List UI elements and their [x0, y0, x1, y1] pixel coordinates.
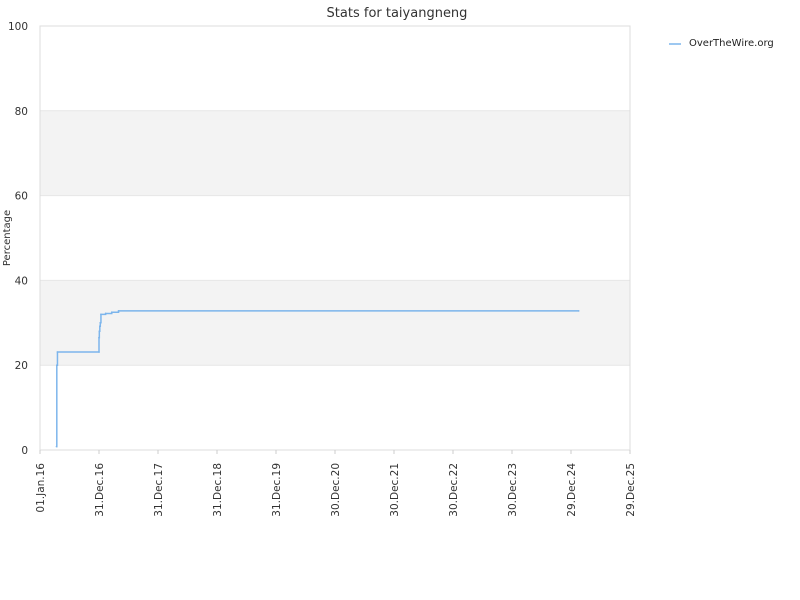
x-tick-label: 31.Dec.17: [153, 463, 165, 517]
y-axis-label: Percentage: [2, 210, 13, 266]
data-point[interactable]: [100, 313, 102, 316]
data-point[interactable]: [110, 311, 113, 314]
data-point[interactable]: [99, 322, 102, 324]
plot-band: [40, 280, 630, 366]
y-tick-label: 100: [8, 21, 28, 33]
data-point[interactable]: [98, 336, 100, 339]
x-tick-label: 30.Dec.21: [389, 463, 401, 517]
x-tick-label: 31.Dec.18: [212, 463, 224, 517]
x-tick-label: 29.Dec.24: [566, 463, 578, 517]
data-point[interactable]: [56, 351, 59, 353]
plot-band: [40, 110, 630, 196]
x-tick-label: 01.Jan.16: [35, 463, 47, 513]
x-tick-label: 29.Dec.25: [625, 463, 637, 517]
legend-label[interactable]: OverTheWire.org: [689, 38, 774, 49]
y-tick-label: 40: [15, 275, 28, 287]
x-tick-label: 31.Dec.19: [271, 463, 283, 517]
data-point[interactable]: [56, 364, 58, 367]
x-tick-label: 30.Dec.22: [448, 463, 460, 517]
data-point[interactable]: [98, 330, 101, 333]
data-point[interactable]: [98, 351, 100, 353]
x-tick-label: 30.Dec.20: [330, 463, 342, 517]
data-point[interactable]: [99, 325, 101, 327]
y-tick-label: 0: [21, 445, 28, 457]
y-tick-label: 80: [15, 106, 28, 118]
grid-lines: [40, 25, 630, 451]
data-point[interactable]: [55, 445, 58, 448]
x-tick-label: 30.Dec.23: [507, 463, 519, 517]
chart-title: Stats for taiyangneng: [327, 6, 468, 21]
data-point[interactable]: [577, 310, 580, 312]
x-tick-labels: 01.Jan.16 31.Dec.16 31.Dec.17 31.Dec.18 31.D…: [35, 450, 637, 517]
legend[interactable]: OverTheWire.org: [669, 38, 774, 49]
y-tick-label: 60: [15, 191, 28, 203]
y-tick-label: 20: [15, 360, 28, 372]
plot-frame: [39, 25, 631, 451]
x-tick-label: 31.Dec.16: [94, 463, 106, 517]
chart-svg: 0 20 40 60 80 100 01.Jan.16 31.Dec.16 31.Dec.17…: [2, 6, 774, 517]
data-point[interactable]: [104, 312, 107, 315]
data-point[interactable]: [117, 310, 120, 312]
